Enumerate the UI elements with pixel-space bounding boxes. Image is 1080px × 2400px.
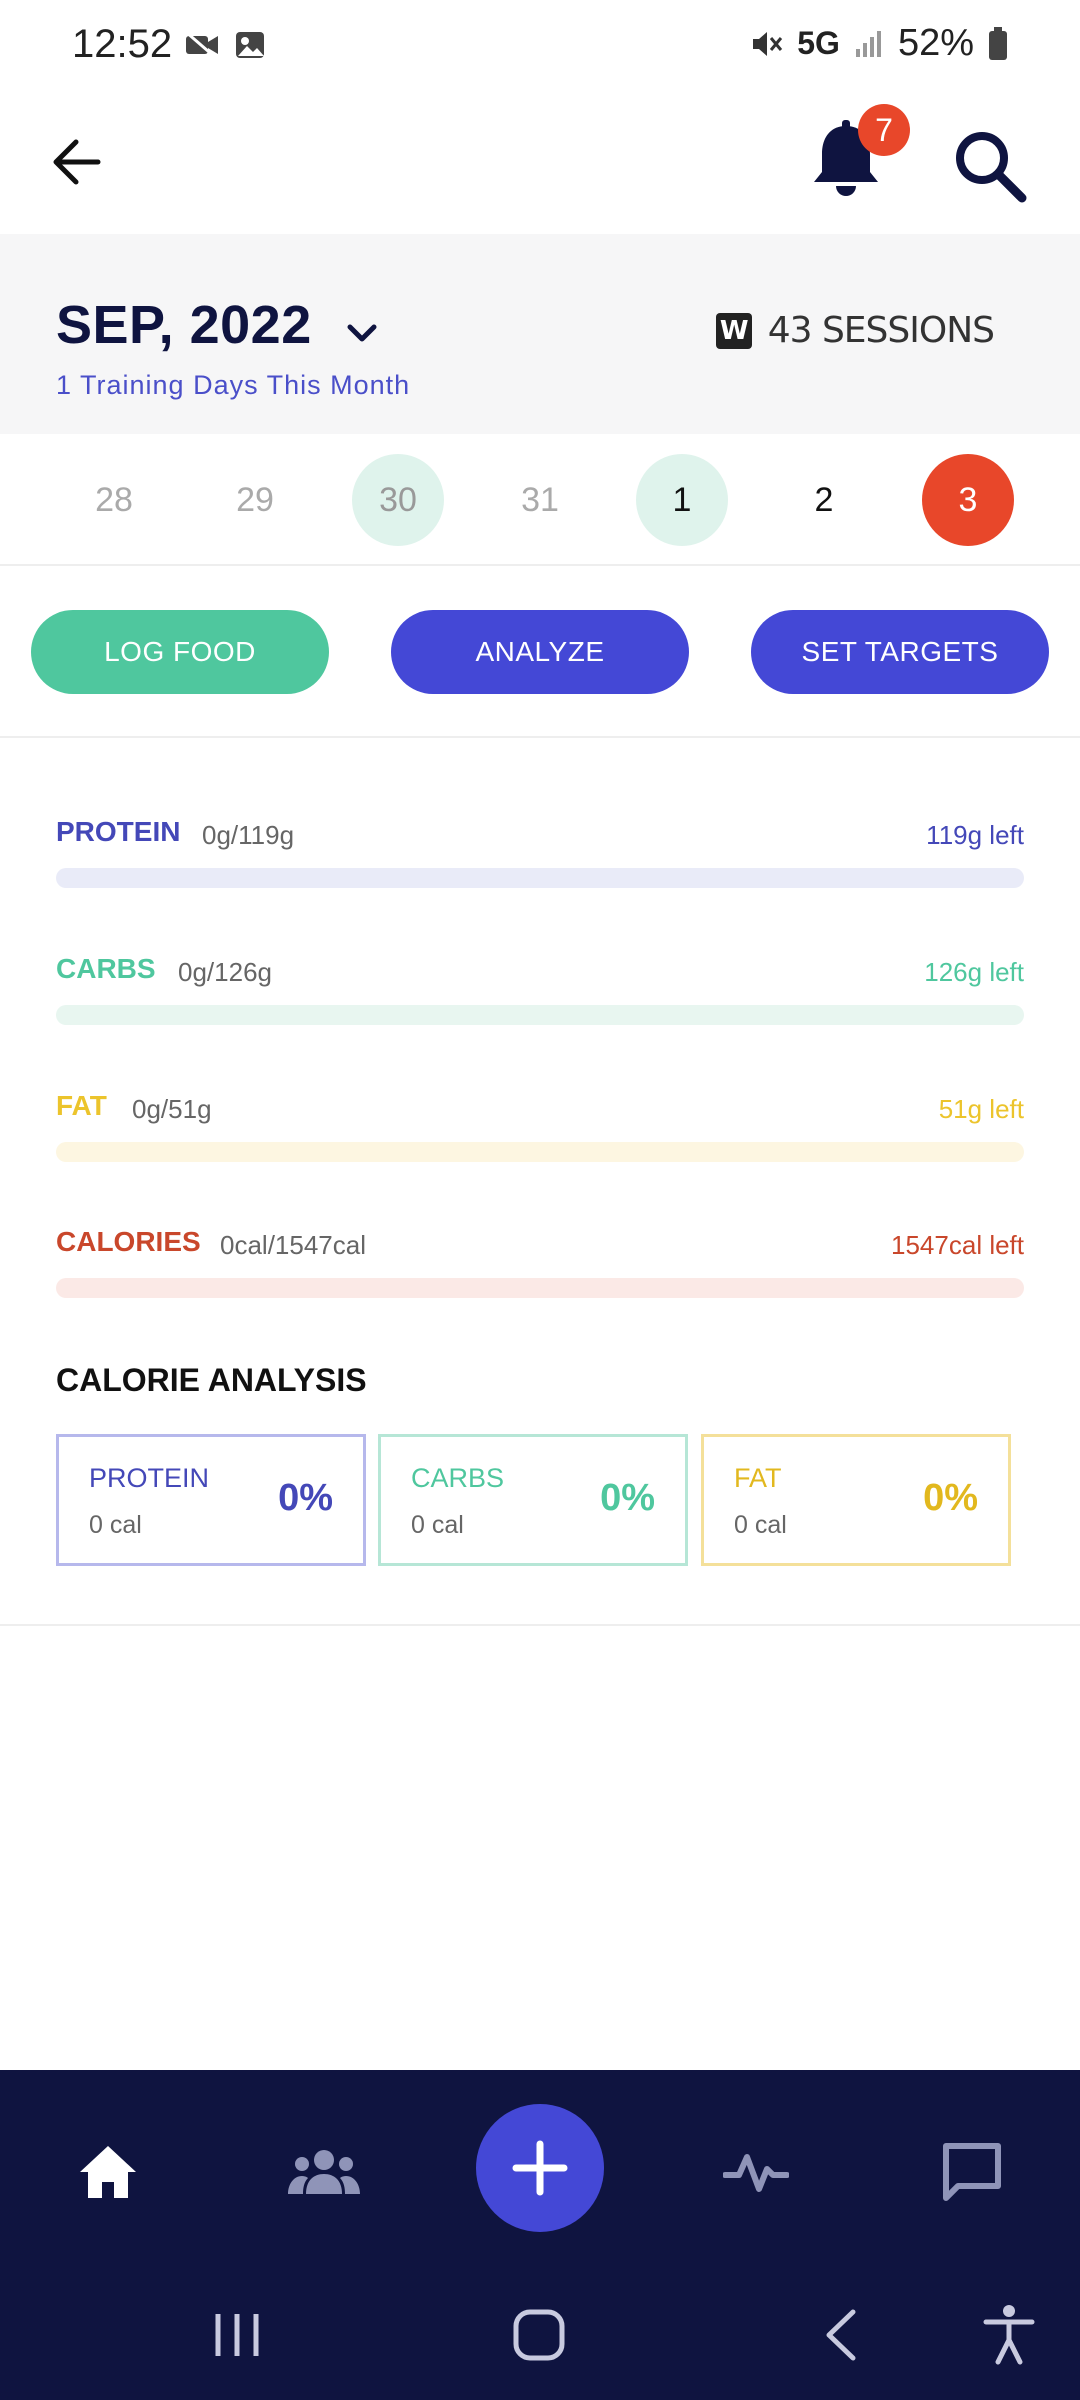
battery-percent: 52% — [897, 22, 974, 64]
video-off-icon — [185, 30, 218, 60]
macro-name: CARBS — [56, 953, 156, 984]
square-icon — [513, 2309, 565, 2361]
system-nav — [0, 2270, 1080, 2400]
analyze-button[interactable]: ANALYZE — [391, 610, 689, 694]
date-item[interactable]: 30 — [352, 454, 444, 546]
home-system-button[interactable] — [494, 2290, 584, 2380]
macro-remaining: 51g left — [938, 1094, 1024, 1124]
macro-progress-track — [56, 1278, 1024, 1298]
set-targets-button[interactable]: SET TARGETS — [751, 610, 1049, 694]
analysis-card-name: FAT — [734, 1463, 782, 1493]
chevron-left-icon — [826, 2309, 856, 2361]
back-button[interactable] — [36, 122, 116, 202]
chat-icon — [943, 2143, 1001, 2201]
month-title[interactable]: SEP, 2022 — [56, 294, 312, 356]
date-item[interactable]: 29 — [209, 454, 301, 546]
macro-remaining: 119g left — [926, 820, 1024, 850]
macro-amount: 0g/51g — [132, 1094, 212, 1124]
macro-amount: 0g/126g — [178, 957, 272, 987]
macro-name: CALORIES — [56, 1226, 201, 1257]
add-button[interactable] — [476, 2104, 604, 2232]
macro-name: FAT — [56, 1090, 107, 1121]
nav-activity[interactable] — [706, 2122, 806, 2222]
section-divider — [0, 1624, 1080, 1626]
status-bar: 12:52 5G 52% — [0, 0, 1080, 90]
macro-amount: 0cal/1547cal — [220, 1230, 366, 1260]
training-days-subtitle: 1 Training Days This Month — [56, 370, 411, 400]
sessions-logo-icon: W — [715, 312, 752, 349]
macro-name: PROTEIN — [56, 816, 181, 847]
macro-row-fat: FAT 0g/51g 51g left — [56, 1090, 1024, 1190]
macro-progress-track — [56, 1005, 1024, 1025]
action-buttons: LOG FOOD ANALYZE SET TARGETS — [0, 566, 1080, 738]
analysis-card-cal: 0 cal — [89, 1511, 142, 1539]
month-header: SEP, 2022 1 Training Days This Month W 4… — [0, 234, 1080, 434]
status-right: 5G 52% — [749, 22, 1008, 65]
macro-row-carbs: CARBS 0g/126g 126g left — [56, 953, 1024, 1053]
analysis-card-protein: PROTEIN 0 cal 0% — [56, 1434, 366, 1566]
mute-icon — [753, 31, 783, 56]
analysis-card-percent: 0% — [923, 1477, 978, 1519]
analysis-card-name: CARBS — [411, 1463, 505, 1493]
search-icon — [956, 132, 1027, 203]
date-strip: 28 29 30 31 1 2 3 — [0, 434, 1080, 566]
macro-row-protein: PROTEIN 0g/119g 119g left — [56, 816, 1024, 916]
image-icon — [236, 32, 264, 58]
network-label: 5G — [797, 25, 840, 61]
accessibility-icon — [983, 2305, 1035, 2365]
analysis-card-percent: 0% — [600, 1477, 655, 1519]
recent-apps-button[interactable] — [192, 2290, 282, 2380]
date-item-selected[interactable]: 3 — [922, 454, 1014, 546]
arrow-left-icon — [53, 139, 101, 185]
date-item[interactable]: 28 — [68, 454, 160, 546]
nav-community[interactable] — [274, 2122, 374, 2222]
plus-icon — [512, 2140, 568, 2196]
analysis-card-fat: FAT 0 cal 0% — [701, 1434, 1011, 1566]
date-item[interactable]: 2 — [778, 454, 870, 546]
system-back-button[interactable] — [796, 2290, 886, 2380]
calorie-analysis-title: CALORIE ANALYSIS — [56, 1362, 367, 1398]
search-button[interactable] — [948, 124, 1032, 208]
bottom-nav — [0, 2070, 1080, 2270]
macro-remaining: 1547cal left — [891, 1230, 1024, 1260]
nav-messages[interactable] — [922, 2122, 1022, 2222]
analysis-card-percent: 0% — [278, 1477, 333, 1519]
date-item[interactable]: 31 — [494, 454, 586, 546]
notification-badge: 7 — [858, 104, 910, 156]
status-notification-icons — [184, 30, 266, 60]
analysis-card-carbs: CARBS 0 cal 0% — [378, 1434, 688, 1566]
date-item[interactable]: 1 — [636, 454, 728, 546]
macro-row-calories: CALORIES 0cal/1547cal 1547cal left — [56, 1226, 1024, 1326]
macro-amount: 0g/119g — [202, 820, 295, 850]
accessibility-button[interactable] — [964, 2290, 1054, 2380]
app-bar: 7 — [0, 90, 1080, 234]
battery-icon — [989, 26, 1007, 60]
analysis-card-cal: 0 cal — [734, 1511, 787, 1539]
pulse-icon — [723, 2154, 789, 2192]
analysis-card-name: PROTEIN — [89, 1463, 210, 1493]
recent-apps-icon — [215, 2314, 259, 2356]
group-icon — [288, 2150, 360, 2194]
home-icon — [80, 2146, 136, 2198]
log-food-button[interactable]: LOG FOOD — [31, 610, 329, 694]
sessions-label: 43 SESSIONS — [767, 310, 995, 351]
signal-icon — [855, 30, 881, 57]
sessions-count: W 43 SESSIONS — [715, 310, 995, 351]
macro-remaining: 126g left — [924, 957, 1024, 987]
macro-progress-track — [56, 868, 1024, 888]
macro-progress-track — [56, 1142, 1024, 1162]
analysis-card-cal: 0 cal — [411, 1511, 464, 1539]
status-time: 12:52 — [72, 22, 173, 66]
nav-home[interactable] — [58, 2122, 158, 2222]
chevron-down-icon[interactable] — [340, 312, 384, 356]
